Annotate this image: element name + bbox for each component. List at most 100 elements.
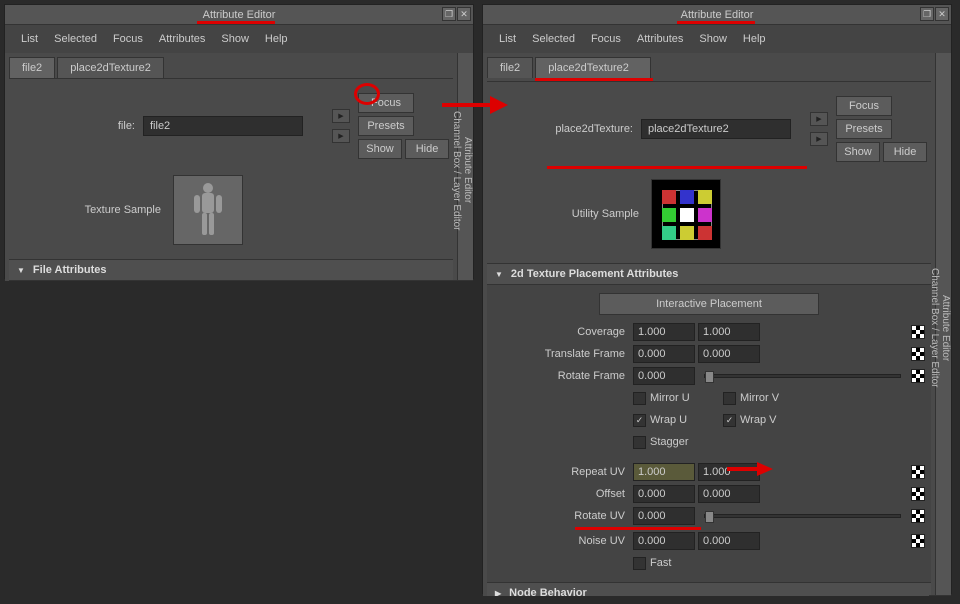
annotation-underline bbox=[197, 21, 275, 24]
fast-checkbox[interactable] bbox=[633, 557, 646, 570]
noise-map-button[interactable] bbox=[911, 534, 925, 548]
tab-file2[interactable]: file2 bbox=[487, 57, 533, 78]
rotate-frame-field[interactable] bbox=[633, 367, 695, 385]
window-close-button[interactable]: ✕ bbox=[935, 7, 949, 21]
rotate-frame-label: Rotate Frame bbox=[493, 370, 633, 382]
repeat-map-button[interactable] bbox=[911, 465, 925, 479]
attr-fast-row: Fast bbox=[493, 552, 925, 574]
window-restore-button[interactable]: ❐ bbox=[920, 7, 934, 21]
menu-attributes[interactable]: Attributes bbox=[631, 31, 689, 47]
coverage-v-field[interactable] bbox=[698, 323, 760, 341]
fast-label: Fast bbox=[650, 557, 671, 569]
node-name-field[interactable] bbox=[143, 116, 303, 136]
menu-show[interactable]: Show bbox=[693, 31, 733, 47]
placement-attributes-block: Interactive Placement Coverage Translate… bbox=[487, 285, 931, 582]
rotate-uv-map-button[interactable] bbox=[911, 509, 925, 523]
texture-sample-swatch[interactable] bbox=[173, 175, 243, 245]
mirror-v-checkbox[interactable] bbox=[723, 392, 736, 405]
hide-button[interactable]: Hide bbox=[883, 142, 927, 162]
sidebar-tabs: Attribute Editor Channel Box / Layer Edi… bbox=[457, 53, 473, 281]
tab-file2[interactable]: file2 bbox=[9, 57, 55, 78]
hide-button[interactable]: Hide bbox=[405, 139, 449, 159]
stagger-checkbox[interactable] bbox=[633, 436, 646, 449]
presets-button[interactable]: Presets bbox=[836, 119, 892, 139]
downstream-icon[interactable] bbox=[332, 129, 350, 143]
repeat-u-field[interactable] bbox=[633, 463, 695, 481]
mannequin-icon bbox=[183, 180, 233, 240]
menu-attributes[interactable]: Attributes bbox=[153, 31, 211, 47]
menu-list[interactable]: List bbox=[15, 31, 44, 47]
mirror-v-label: Mirror V bbox=[740, 392, 779, 404]
rotate-frame-slider[interactable] bbox=[704, 374, 901, 378]
texture-sample-row: Texture Sample bbox=[9, 165, 453, 259]
attr-wrap-row: Wrap U Wrap V bbox=[493, 409, 925, 431]
offset-u-field[interactable] bbox=[633, 485, 695, 503]
attr-repeat-uv: Repeat UV bbox=[493, 461, 925, 483]
show-button[interactable]: Show bbox=[358, 139, 402, 159]
section-2d-texture-placement[interactable]: ▼ 2d Texture Placement Attributes bbox=[487, 263, 931, 285]
menu-help[interactable]: Help bbox=[737, 31, 772, 47]
noise-uv-label: Noise UV bbox=[493, 535, 633, 547]
repeat-v-field[interactable] bbox=[698, 463, 760, 481]
section-title: Node Behavior bbox=[509, 587, 587, 596]
offset-v-field[interactable] bbox=[698, 485, 760, 503]
titlebar: Attribute Editor ❐ ✕ bbox=[5, 5, 473, 25]
focus-button[interactable]: Focus bbox=[836, 96, 892, 116]
menu-list[interactable]: List bbox=[493, 31, 522, 47]
upstream-icon[interactable] bbox=[810, 112, 828, 126]
menu-selected[interactable]: Selected bbox=[48, 31, 103, 47]
window-title: Attribute Editor bbox=[681, 9, 754, 21]
node-name-row: file: Focus Presets Show Hide bbox=[9, 79, 453, 165]
tab-place2dtexture2[interactable]: place2dTexture2 bbox=[57, 57, 164, 78]
attr-rotate-frame: Rotate Frame bbox=[493, 365, 925, 387]
menu-focus[interactable]: Focus bbox=[585, 31, 627, 47]
node-name-field[interactable] bbox=[641, 119, 791, 139]
translate-map-button[interactable] bbox=[911, 347, 925, 361]
presets-button[interactable]: Presets bbox=[358, 116, 414, 136]
menubar: List Selected Focus Attributes Show Help bbox=[5, 25, 473, 53]
wrap-u-label: Wrap U bbox=[650, 414, 687, 426]
rotate-uv-field[interactable] bbox=[633, 507, 695, 525]
utility-sample-swatch[interactable] bbox=[651, 179, 721, 249]
rotate-uv-slider[interactable] bbox=[704, 514, 901, 518]
menu-selected[interactable]: Selected bbox=[526, 31, 581, 47]
disclosure-triangle-icon: ▼ bbox=[495, 270, 503, 279]
wrap-v-checkbox[interactable] bbox=[723, 414, 736, 427]
window-close-button[interactable]: ✕ bbox=[457, 7, 471, 21]
annotation-underline bbox=[677, 21, 755, 24]
upstream-icon[interactable] bbox=[332, 109, 350, 123]
menu-help[interactable]: Help bbox=[259, 31, 294, 47]
section-file-attributes[interactable]: ▼ File Attributes bbox=[9, 259, 453, 281]
translate-u-field[interactable] bbox=[633, 345, 695, 363]
section-title: File Attributes bbox=[33, 264, 107, 276]
window-restore-button[interactable]: ❐ bbox=[442, 7, 456, 21]
mirror-u-checkbox[interactable] bbox=[633, 392, 646, 405]
show-button[interactable]: Show bbox=[836, 142, 880, 162]
window-title: Attribute Editor bbox=[203, 9, 276, 21]
coverage-u-field[interactable] bbox=[633, 323, 695, 341]
repeat-uv-label: Repeat UV bbox=[493, 466, 633, 478]
menu-show[interactable]: Show bbox=[215, 31, 255, 47]
titlebar: Attribute Editor ❐ ✕ bbox=[483, 5, 951, 25]
wrap-u-checkbox[interactable] bbox=[633, 414, 646, 427]
translate-v-field[interactable] bbox=[698, 345, 760, 363]
attr-coverage: Coverage bbox=[493, 321, 925, 343]
attr-stagger-row: Stagger bbox=[493, 431, 925, 453]
focus-button[interactable]: Focus bbox=[358, 93, 414, 113]
sidebar-attribute-editor[interactable]: Attribute Editor bbox=[462, 61, 473, 281]
sidebar-attribute-editor[interactable]: Attribute Editor bbox=[940, 61, 951, 596]
downstream-icon[interactable] bbox=[810, 132, 828, 146]
tabs: file2 place2dTexture2 bbox=[9, 57, 453, 79]
offset-map-button[interactable] bbox=[911, 487, 925, 501]
translate-frame-label: Translate Frame bbox=[493, 348, 633, 360]
tabs: file2 place2dTexture2 bbox=[487, 57, 931, 82]
interactive-placement-button[interactable]: Interactive Placement bbox=[599, 293, 819, 315]
rotate-frame-map-button[interactable] bbox=[911, 369, 925, 383]
noise-u-field[interactable] bbox=[633, 532, 695, 550]
coverage-map-button[interactable] bbox=[911, 325, 925, 339]
utility-sample-row: Utility Sample bbox=[487, 169, 931, 263]
menu-focus[interactable]: Focus bbox=[107, 31, 149, 47]
noise-v-field[interactable] bbox=[698, 532, 760, 550]
tab-place2dtexture2[interactable]: place2dTexture2 bbox=[535, 57, 651, 78]
section-node-behavior[interactable]: ▶ Node Behavior bbox=[487, 582, 931, 596]
